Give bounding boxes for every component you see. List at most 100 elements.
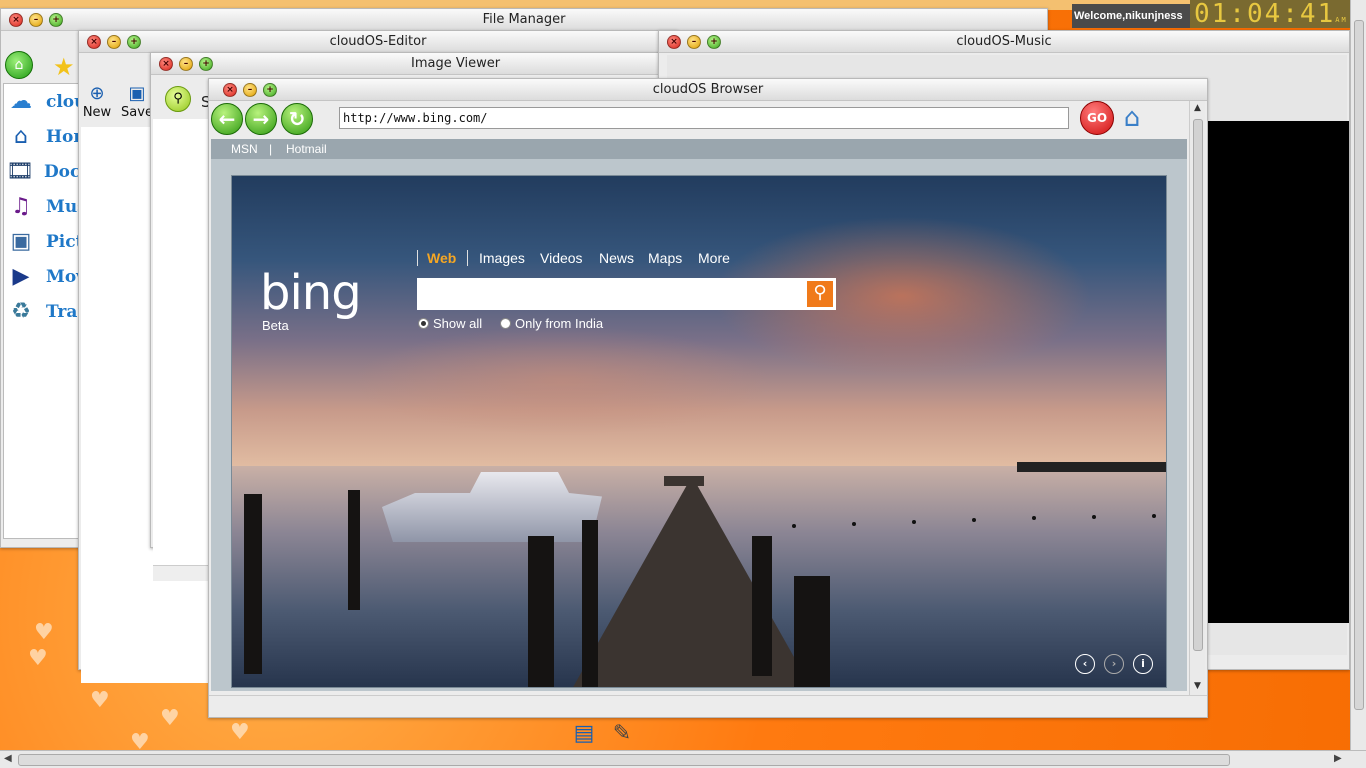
welcome-label: Welcome,nikunjness <box>1072 4 1190 28</box>
scroll-right-icon[interactable]: ▶ <box>1334 753 1342 764</box>
sidebar-item-home[interactable]: ⌂ Home <box>6 121 78 153</box>
next-image-icon[interactable]: › <box>1104 654 1124 674</box>
nav-more[interactable]: More <box>698 250 730 266</box>
buoy <box>1152 514 1156 518</box>
pier-post <box>528 536 554 687</box>
nav-separator <box>467 250 468 266</box>
radio-only-india[interactable]: Only from India <box>500 316 603 331</box>
sidebar-item-documents[interactable]: 🎞 Documents <box>6 156 78 188</box>
bing-search-input[interactable] <box>417 278 804 310</box>
sidebar-item-label: Home <box>46 127 78 147</box>
pier-post <box>348 490 360 610</box>
editor-titlebar[interactable]: × – + cloudOS-Editor <box>79 31 677 53</box>
hotmail-link[interactable]: Hotmail <box>286 139 327 159</box>
buoy <box>792 524 796 528</box>
window-title: cloudOS-Music <box>956 34 1052 49</box>
window-title: File Manager <box>482 12 566 27</box>
sidebar-item-label: Documents <box>43 162 78 182</box>
sidebar-item-label: Music <box>46 197 78 217</box>
pier-post <box>752 536 772 676</box>
heart-decoration: ♥ <box>28 646 48 671</box>
cloud-icon: ☁ <box>10 89 32 114</box>
pier-post <box>244 494 262 674</box>
link-separator: | <box>269 142 273 156</box>
browser-window: × – + cloudOS Browser ← → ↻ http://www.b… <box>208 78 1208 718</box>
scroll-left-icon[interactable]: ◀ <box>4 753 12 764</box>
buoy <box>912 520 916 524</box>
home-icon: ⌂ <box>14 124 28 149</box>
url-input[interactable]: http://www.bing.com/ <box>339 107 1069 129</box>
refresh-button[interactable]: ↻ <box>281 103 313 135</box>
nav-images[interactable]: Images <box>479 250 525 266</box>
minimize-button[interactable]: – <box>179 57 193 71</box>
page-horizontal-scrollbar[interactable]: ◀ ▶ <box>0 750 1366 768</box>
previous-image-icon[interactable]: ‹ <box>1075 654 1095 674</box>
nav-maps[interactable]: Maps <box>648 250 682 266</box>
bing-search-button[interactable]: ⚲ <box>804 278 836 310</box>
music-note-icon: ♫ <box>11 194 31 219</box>
new-button-label: New <box>82 105 112 120</box>
scroll-up-icon[interactable]: ▲ <box>1194 103 1201 113</box>
file-manager-sidebar: ☁ cloudOS ⌂ Home 🎞 Documents ♫ Music ▣ Pictur… <box>3 83 79 539</box>
search-icon[interactable]: ⚲ <box>165 86 191 112</box>
nav-web[interactable]: Web <box>427 250 456 266</box>
wooden-pier-end <box>664 476 704 486</box>
info-icon[interactable]: i <box>1133 654 1153 674</box>
go-button[interactable]: GO <box>1080 101 1114 135</box>
nav-separator <box>417 250 418 266</box>
bing-beta-label: Beta <box>262 318 289 333</box>
maximize-button[interactable]: + <box>199 57 213 71</box>
scrollbar-thumb[interactable] <box>18 754 1230 766</box>
sidebar-item-trash[interactable]: ♻ Trash <box>6 296 78 328</box>
new-button[interactable]: ⊕ New <box>81 83 113 120</box>
plus-circle-icon: ⊕ <box>89 83 105 104</box>
file-manager-titlebar[interactable]: × – + File Manager <box>1 9 1047 31</box>
scroll-down-icon[interactable]: ▼ <box>1194 681 1201 691</box>
browser-titlebar[interactable]: × – + cloudOS Browser <box>209 79 1207 101</box>
sidebar-item-label: Movies <box>46 267 78 287</box>
sidebar-item-music[interactable]: ♫ Music <box>6 191 78 223</box>
horizontal-scrollbar[interactable] <box>153 565 209 581</box>
heart-decoration: ♥ <box>230 720 250 745</box>
music-titlebar[interactable]: × – + cloudOS-Music <box>659 31 1349 53</box>
window-title: cloudOS Browser <box>652 82 764 97</box>
heart-decoration: ♥ <box>90 688 110 713</box>
heart-decoration: ♥ <box>34 620 54 645</box>
page-vertical-scrollbar[interactable] <box>1350 0 1366 750</box>
radio-show-all[interactable]: Show all <box>418 316 482 331</box>
radio-label: Show all <box>433 316 483 331</box>
back-button[interactable]: ← <box>211 103 243 135</box>
radio-dot-icon <box>418 318 429 329</box>
scrollbar-thumb[interactable] <box>1354 20 1364 710</box>
image-viewer-titlebar[interactable]: × – + Image Viewer <box>151 53 659 75</box>
msn-link[interactable]: MSN <box>231 139 258 159</box>
clock-ampm: AM <box>1335 16 1348 24</box>
web-page: MSN | Hotmail bing Beta Web Images Video… <box>211 139 1187 691</box>
window-title: cloudOS-Editor <box>329 34 427 49</box>
star-icon[interactable]: ★ <box>53 53 75 81</box>
nav-news[interactable]: News <box>599 250 634 266</box>
clock: 01:04:41AM <box>1190 0 1350 28</box>
sidebar-item-cloudos[interactable]: ☁ cloudOS <box>6 86 78 118</box>
buoy <box>852 522 856 526</box>
nav-videos[interactable]: Videos <box>540 250 583 266</box>
heart-decoration: ♥ <box>160 706 180 731</box>
image-viewer-canvas <box>153 119 209 565</box>
picture-icon: ▣ <box>10 229 32 254</box>
forward-button[interactable]: → <box>245 103 277 135</box>
sidebar-item-label: Pictures <box>46 232 78 252</box>
buoy <box>1092 515 1096 519</box>
close-button[interactable]: × <box>159 57 173 71</box>
hard-drive-icon[interactable]: ▤ <box>570 720 598 748</box>
browser-vertical-scrollbar[interactable]: ▲ ▼ <box>1189 101 1205 695</box>
save-button-label: Save <box>121 105 153 120</box>
scrollbar-thumb[interactable] <box>1193 119 1203 651</box>
buoy <box>1032 516 1036 520</box>
cloud-glow <box>352 326 772 436</box>
radio-label: Only from India <box>515 316 604 331</box>
sidebar-item-movies[interactable]: ▶ Movies <box>6 261 78 293</box>
sidebar-item-pictures[interactable]: ▣ Pictures <box>6 226 78 258</box>
pen-icon[interactable]: ✎ <box>608 720 636 748</box>
home-icon[interactable]: ⌂ <box>5 51 33 79</box>
home-icon[interactable]: ⌂ <box>1117 103 1147 133</box>
